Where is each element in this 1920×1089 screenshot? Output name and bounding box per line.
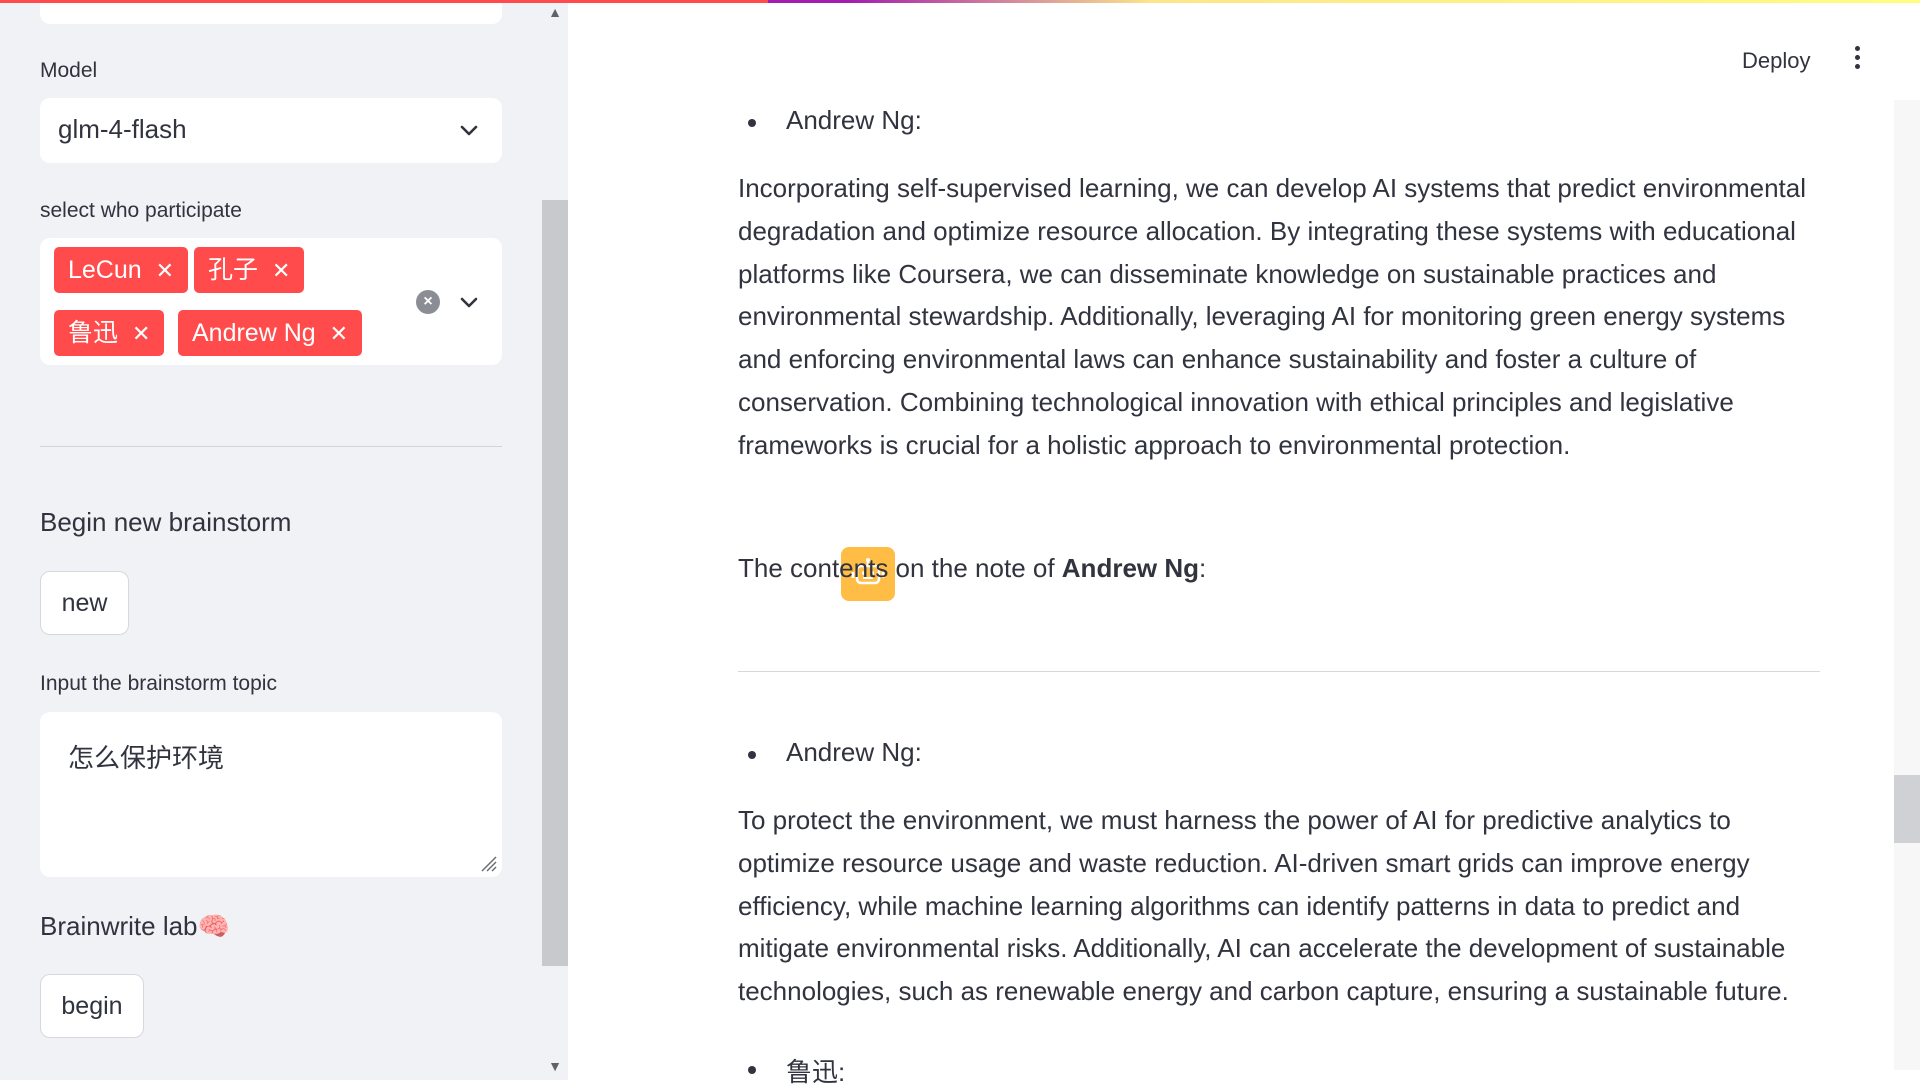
main-area: Deploy Andrew Ng: Incorporating self-sup… bbox=[568, 0, 1920, 1087]
chevron-down-icon bbox=[460, 125, 478, 136]
resize-handle-icon[interactable] bbox=[478, 853, 498, 873]
topic-label: Input the brainstorm topic bbox=[40, 672, 277, 695]
scroll-down-arrow-icon[interactable]: ▼ bbox=[542, 1058, 568, 1074]
list-item: 鲁迅: bbox=[738, 1052, 845, 1089]
participants-multiselect[interactable]: LeCun ✕ 孔子 ✕ 鲁迅 ✕ Andrew Ng ✕ × bbox=[40, 238, 502, 365]
topic-input[interactable]: 怎么保护环境 bbox=[40, 712, 502, 877]
participants-label: select who participate bbox=[40, 199, 242, 222]
remove-tag-icon[interactable]: ✕ bbox=[330, 321, 348, 346]
sidebar-divider bbox=[40, 446, 502, 447]
note-heading: The contents on the note of Andrew Ng: bbox=[738, 553, 1207, 583]
main-scrollbar-track bbox=[1894, 100, 1920, 1070]
list-item: Andrew Ng: bbox=[738, 105, 922, 136]
top-decoration-bar bbox=[0, 0, 1920, 3]
participant-tag[interactable]: LeCun ✕ bbox=[54, 247, 189, 293]
participant-tag-label: 鲁迅 bbox=[68, 319, 119, 347]
model-select-value: glm-4-flash bbox=[58, 114, 187, 144]
sidebar-scrollbar-thumb[interactable] bbox=[542, 200, 568, 966]
remove-tag-icon[interactable]: ✕ bbox=[156, 258, 174, 283]
sidebar-previous-field bbox=[40, 0, 502, 24]
participant-tag[interactable]: Andrew Ng ✕ bbox=[178, 310, 363, 356]
sidebar: Model glm-4-flash select who participate… bbox=[0, 0, 568, 1080]
remove-tag-icon[interactable]: ✕ bbox=[272, 258, 290, 283]
remove-tag-icon[interactable]: ✕ bbox=[132, 321, 150, 346]
scroll-up-arrow-icon[interactable]: ▲ bbox=[542, 4, 568, 20]
chevron-down-icon[interactable] bbox=[458, 291, 480, 313]
more-menu-icon[interactable] bbox=[1853, 46, 1861, 72]
begin-new-heading: Begin new brainstorm bbox=[40, 507, 292, 537]
model-select[interactable]: glm-4-flash bbox=[40, 98, 502, 163]
new-button[interactable]: new bbox=[40, 571, 129, 635]
topic-input-value: 怎么保护环境 bbox=[68, 743, 225, 773]
deploy-button[interactable]: Deploy bbox=[1742, 48, 1810, 74]
brainwrite-lab-heading: Brainwrite lab🧠 bbox=[40, 911, 230, 941]
participant-tag-label: 孔子 bbox=[208, 256, 259, 284]
participant-tag-label: Andrew Ng bbox=[192, 319, 316, 347]
message-paragraph: Incorporating self-supervised learning, … bbox=[738, 173, 1807, 460]
message-paragraph: To protect the environment, we must harn… bbox=[738, 805, 1789, 1007]
clear-all-icon[interactable]: × bbox=[416, 290, 440, 314]
participant-tag[interactable]: 孔子 ✕ bbox=[194, 247, 305, 293]
participant-tag-label: LeCun bbox=[68, 256, 142, 284]
participant-tag[interactable]: 鲁迅 ✕ bbox=[54, 310, 165, 356]
message-divider bbox=[738, 671, 1820, 672]
model-label: Model bbox=[40, 59, 98, 82]
main-scrollbar-thumb[interactable] bbox=[1894, 775, 1920, 843]
list-item: Andrew Ng: bbox=[738, 737, 922, 768]
begin-button[interactable]: begin bbox=[40, 974, 144, 1038]
